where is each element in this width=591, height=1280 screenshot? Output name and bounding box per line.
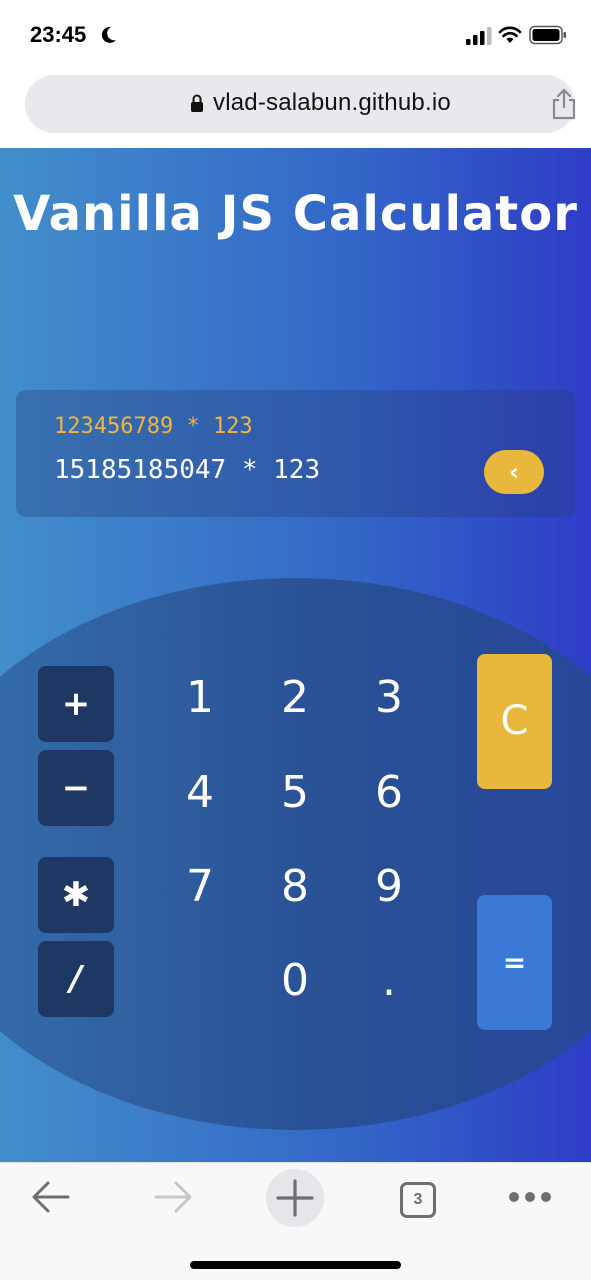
- home-indicator: [190, 1261, 401, 1269]
- url-text[interactable]: vlad-salabun.github.io: [213, 89, 451, 117]
- calculator-display: 123456789 * 123 15185185047 * 123 ‹: [16, 390, 575, 517]
- digit-4-button[interactable]: 4: [160, 763, 240, 823]
- previous-expression: 123456789 * 123: [54, 414, 253, 439]
- digit-7-button[interactable]: 7: [160, 857, 240, 917]
- more-icon[interactable]: [508, 1191, 552, 1203]
- status-bar: 23:45: [0, 0, 591, 70]
- decimal-point-button[interactable]: .: [349, 951, 429, 1011]
- status-time: 23:45: [30, 22, 87, 47]
- battery-icon: [529, 25, 566, 45]
- new-tab-plus-icon[interactable]: [266, 1169, 324, 1227]
- browser-toolbar: 3: [0, 1162, 591, 1280]
- cellular-signal-icon: [466, 27, 492, 45]
- calculator-app: Vanilla JS Calculator 123456789 * 123 15…: [0, 148, 591, 1162]
- digit-9-button[interactable]: 9: [349, 857, 429, 917]
- multiply-button[interactable]: ✱: [38, 857, 114, 933]
- digit-3-button[interactable]: 3: [349, 668, 429, 728]
- moon-icon: [101, 26, 116, 43]
- current-expression: 15185185047 * 123: [54, 455, 321, 485]
- digit-5-button[interactable]: 5: [255, 763, 335, 823]
- clear-button[interactable]: C: [477, 654, 552, 789]
- back-arrow-icon[interactable]: [30, 1179, 72, 1215]
- minus-button[interactable]: −: [38, 750, 114, 826]
- divide-button[interactable]: /: [38, 941, 114, 1017]
- digit-2-button[interactable]: 2: [255, 668, 335, 728]
- plus-button[interactable]: +: [38, 666, 114, 742]
- digit-8-button[interactable]: 8: [255, 857, 335, 917]
- backspace-button[interactable]: ‹: [484, 450, 544, 494]
- digit-6-button[interactable]: 6: [349, 763, 429, 823]
- digit-0-button[interactable]: 0: [255, 951, 335, 1011]
- tabs-icon[interactable]: 3: [400, 1182, 436, 1218]
- address-bar[interactable]: vlad-salabun.github.io: [25, 75, 577, 133]
- page-title: Vanilla JS Calculator: [13, 186, 578, 242]
- wifi-icon: [498, 26, 522, 43]
- forward-arrow-icon[interactable]: [152, 1179, 194, 1215]
- lock-icon: [191, 94, 203, 112]
- share-icon[interactable]: [551, 88, 577, 120]
- digit-1-button[interactable]: 1: [160, 668, 240, 728]
- equals-button[interactable]: =: [477, 895, 552, 1030]
